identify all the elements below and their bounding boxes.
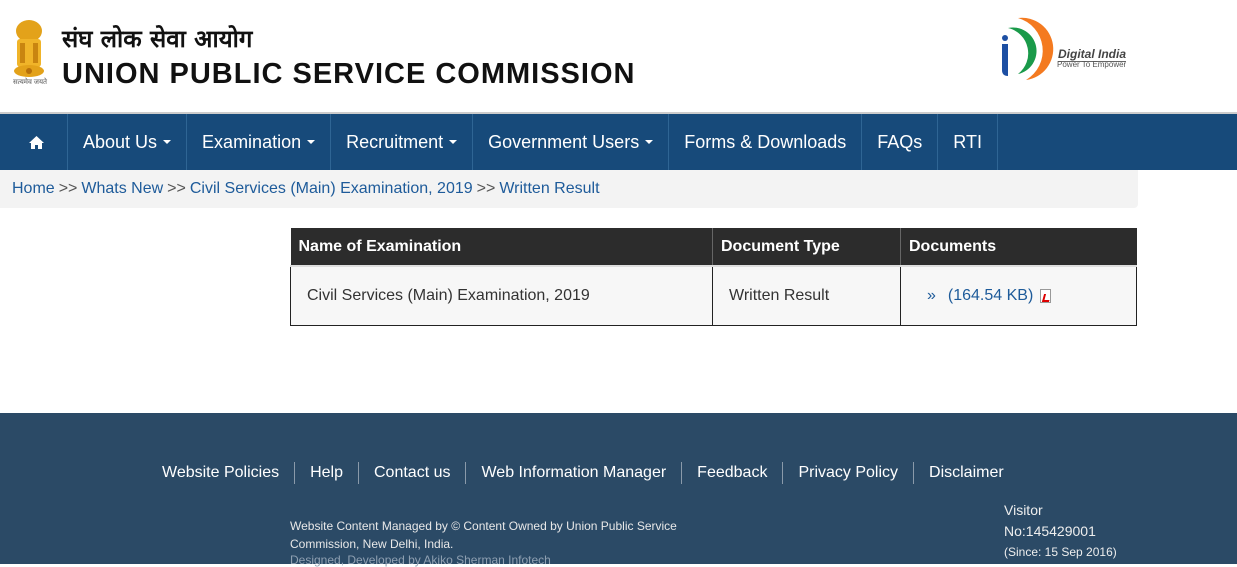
nav-recruitment[interactable]: Recruitment	[331, 114, 474, 170]
document-cell: » (164.54 KB)	[900, 265, 1137, 326]
emblem-motto: सत्यमेव जयते	[12, 79, 48, 86]
footer-link-privacy-policy[interactable]: Privacy Policy	[783, 462, 915, 484]
breadcrumb-exam[interactable]: Civil Services (Main) Examination, 2019	[190, 180, 473, 197]
caret-down-icon	[163, 140, 172, 144]
nav-rti[interactable]: RTI	[938, 114, 998, 170]
nav-forms-downloads[interactable]: Forms & Downloads	[669, 114, 863, 170]
document-download-link[interactable]: (164.54 KB)	[948, 287, 1033, 304]
breadcrumb: Home >> Whats New >> Civil Services (Main) E…	[0, 170, 1138, 208]
breadcrumb-whats-new[interactable]: Whats New	[81, 180, 163, 197]
breadcrumb-separator: >>	[476, 180, 496, 197]
nav-examination[interactable]: Examination	[187, 114, 332, 170]
nav-government-users[interactable]: Government Users	[473, 114, 670, 170]
nav-faqs[interactable]: FAQs	[862, 114, 939, 170]
site-footer: Website Policies Help Contact us Web Inf…	[0, 413, 1237, 567]
breadcrumb-separator: >>	[167, 180, 186, 197]
breadcrumb-separator: >>	[58, 180, 78, 197]
exam-name-cell: Civil Services (Main) Examination, 2019	[290, 265, 713, 326]
footer-managed-text: Website Content Managed by © Content Own…	[290, 519, 677, 551]
breadcrumb-home[interactable]: Home	[12, 180, 55, 197]
footer-link-contact-us[interactable]: Contact us	[359, 462, 467, 484]
column-header-exam: Name of Examination	[290, 228, 713, 266]
document-type-cell: Written Result	[712, 265, 901, 326]
table-header-row: Name of Examination Document Type Docume…	[290, 228, 1137, 266]
national-emblem-icon	[14, 20, 44, 77]
footer-link-website-policies[interactable]: Website Policies	[147, 462, 296, 484]
visitor-label: Visitor	[1004, 502, 1043, 518]
footer-link-web-information-manager[interactable]: Web Information Manager	[466, 462, 683, 484]
visitor-count: No:145429001	[1004, 523, 1096, 539]
footer-link-disclaimer[interactable]: Disclaimer	[914, 462, 1019, 484]
visitor-since: (Since: 15 Sep 2016)	[1004, 545, 1117, 559]
caret-down-icon	[645, 140, 654, 144]
nav-about-us[interactable]: About Us	[68, 114, 188, 170]
main-navbar: About Us Examination Recruitment Governm…	[0, 112, 1237, 170]
footer-links: Website Policies Help Contact us Web Inf…	[147, 462, 1019, 484]
bullet-raquo: »	[927, 286, 936, 304]
nav-home[interactable]	[0, 114, 68, 170]
column-header-documents: Documents	[900, 228, 1137, 266]
home-icon	[29, 135, 44, 149]
visitor-counter: Visitor No:145429001 (Since: 15 Sep 2016…	[1004, 500, 1117, 563]
digital-india-tagline: Power To Empower	[1057, 60, 1127, 69]
caret-down-icon	[449, 140, 458, 144]
site-title-hindi: संघ लोक सेवा आयोग	[62, 25, 253, 53]
table-row: Civil Services (Main) Examination, 2019 …	[290, 265, 1137, 326]
breadcrumb-current[interactable]: Written Result	[499, 180, 599, 197]
footer-link-help[interactable]: Help	[295, 462, 359, 484]
caret-down-icon	[307, 140, 316, 144]
column-header-type: Document Type	[712, 228, 901, 266]
site-title-english: UNION PUBLIC SERVICE COMMISSION	[62, 58, 636, 90]
footer-designed-text: Designed, Developed by Akiko Sherman Inf…	[290, 553, 551, 567]
site-header: सत्यमेव जयते संघ लोक सेवा आयोग UNION PUB…	[0, 0, 1237, 112]
documents-table: Name of Examination Document Type Docume…	[290, 228, 1137, 326]
pdf-icon[interactable]	[1039, 288, 1051, 303]
footer-link-feedback[interactable]: Feedback	[682, 462, 784, 484]
